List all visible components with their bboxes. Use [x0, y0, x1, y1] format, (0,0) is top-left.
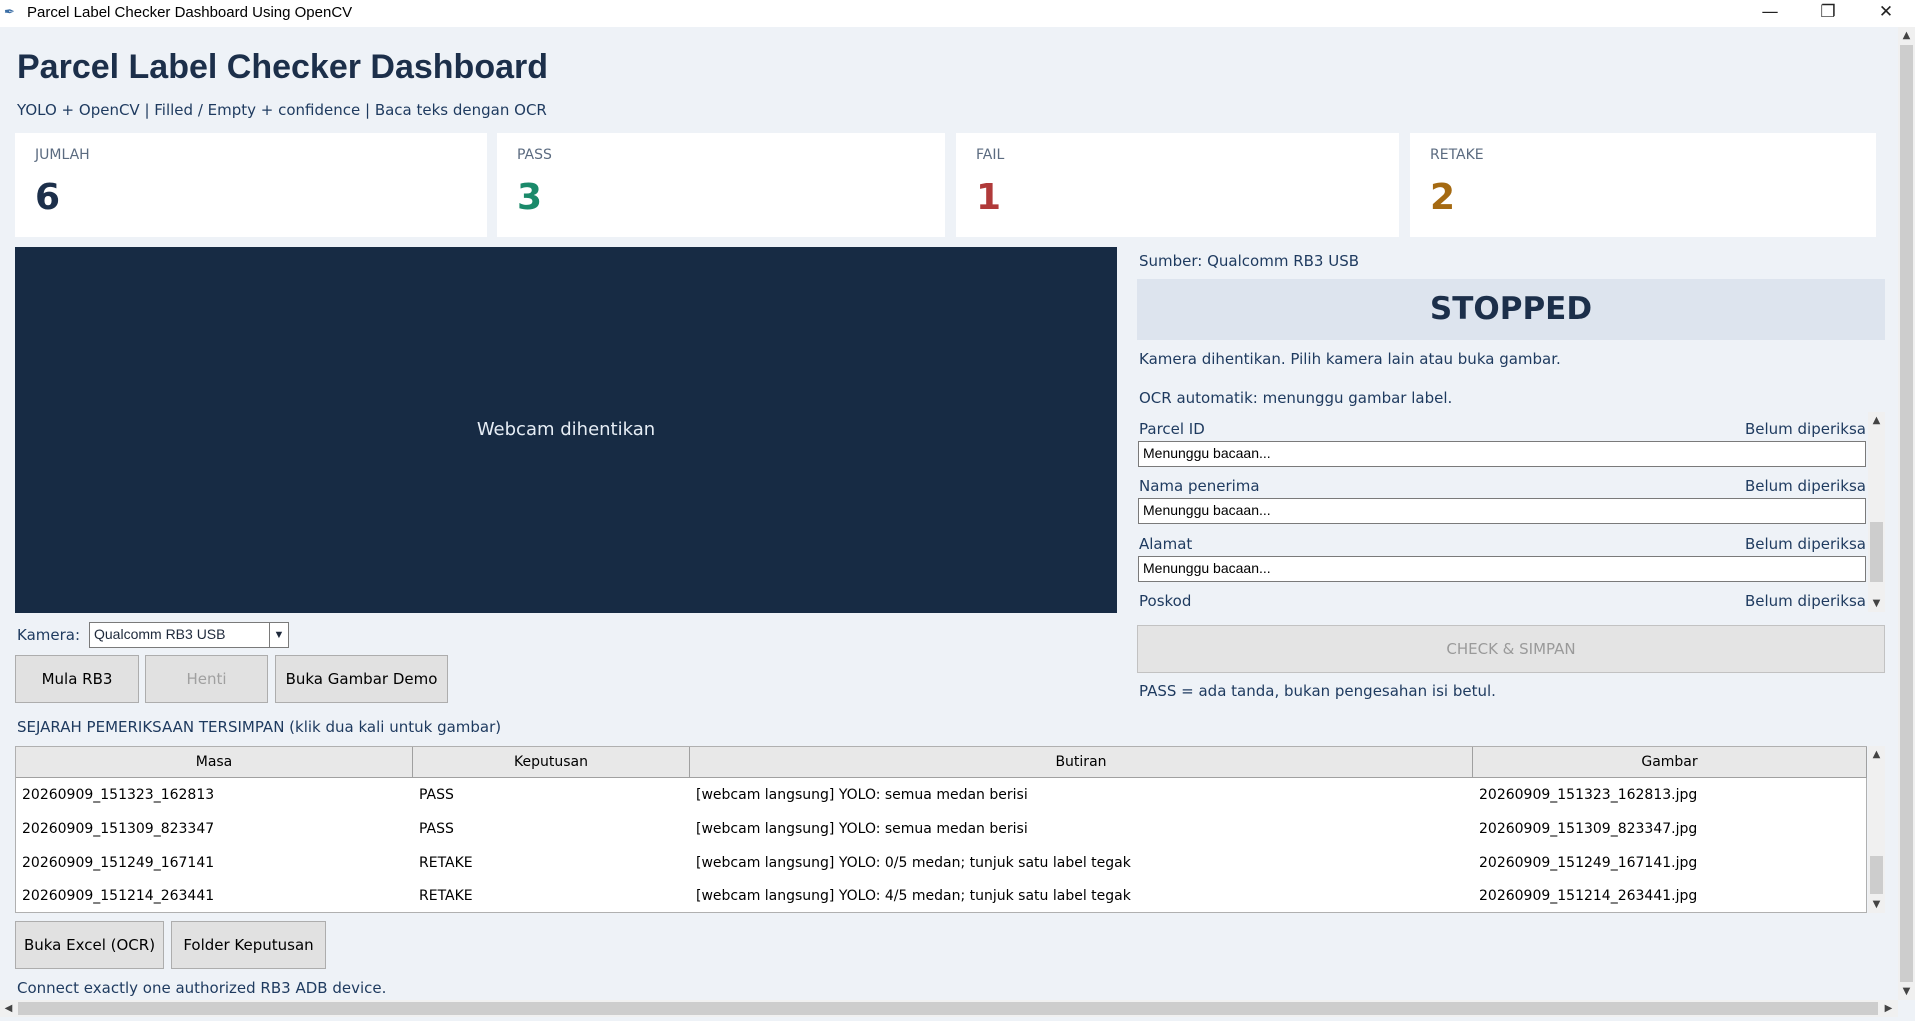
- feather-icon: ✒: [4, 5, 15, 20]
- field-status-nama-penerima: Belum diperiksa: [1744, 477, 1866, 495]
- cell-gambar: 20260909_151323_162813.jpg: [1479, 787, 1698, 803]
- column-header-masa[interactable]: Masa: [16, 747, 413, 778]
- window-titlebar: ✒ Parcel Label Checker Dashboard Using O…: [0, 0, 1915, 27]
- scroll-thumb[interactable]: [1870, 856, 1883, 894]
- field-status-poskod: Belum diperiksa: [1744, 592, 1866, 610]
- camera-select[interactable]: Qualcomm RB3 USB ▼: [89, 622, 289, 648]
- cell-gambar: 20260909_151249_167141.jpg: [1479, 855, 1698, 871]
- field-label-parcel-id: Parcel ID: [1139, 420, 1205, 438]
- field-label-poskod: Poskod: [1139, 592, 1192, 610]
- page-title: Parcel Label Checker Dashboard: [17, 48, 549, 86]
- cell-keputusan: PASS: [419, 787, 454, 803]
- table-row[interactable]: 20260909_151214_263441 RETAKE [webcam la…: [16, 879, 1866, 913]
- scroll-thumb[interactable]: [18, 1002, 1878, 1015]
- scroll-up-icon[interactable]: ▲: [1898, 27, 1915, 44]
- scroll-thumb[interactable]: [1870, 522, 1883, 582]
- cell-masa: 20260909_151249_167141: [22, 855, 215, 871]
- close-button[interactable]: ✕: [1857, 0, 1915, 27]
- restore-button[interactable]: ❐: [1799, 0, 1857, 27]
- cell-butiran: [webcam langsung] YOLO: semua medan beri…: [696, 821, 1028, 837]
- scroll-up-icon[interactable]: ▲: [1868, 746, 1885, 763]
- cell-butiran: [webcam langsung] YOLO: 0/5 medan; tunju…: [696, 855, 1131, 871]
- stat-label: RETAKE: [1430, 147, 1484, 163]
- scroll-right-icon[interactable]: ▶: [1880, 1000, 1897, 1017]
- fields-scrollbar[interactable]: ▲ ▼: [1868, 412, 1885, 612]
- results-folder-button[interactable]: Folder Keputusan: [171, 921, 326, 969]
- column-header-keputusan[interactable]: Keputusan: [413, 747, 690, 778]
- stat-label: FAIL: [976, 147, 1005, 163]
- cell-butiran: [webcam langsung] YOLO: semua medan beri…: [696, 787, 1028, 803]
- stat-card-pass: PASS 3: [497, 133, 945, 237]
- history-table: Masa Keputusan Butiran Gambar 20260909_1…: [15, 746, 1867, 913]
- table-row[interactable]: 20260909_151323_162813 PASS [webcam lang…: [16, 778, 1866, 812]
- ocr-status-text: OCR automatik: menunggu gambar label.: [1139, 389, 1453, 407]
- table-row[interactable]: 20260909_151249_167141 RETAKE [webcam la…: [16, 846, 1866, 880]
- cell-gambar: 20260909_151309_823347.jpg: [1479, 821, 1698, 837]
- field-label-nama-penerima: Nama penerima: [1139, 477, 1260, 495]
- start-rb3-button[interactable]: Mula RB3: [15, 655, 139, 703]
- stat-value: 2: [1430, 177, 1456, 218]
- scroll-left-icon[interactable]: ◀: [0, 1000, 17, 1017]
- scroll-down-icon[interactable]: ▼: [1868, 595, 1885, 612]
- cell-keputusan: RETAKE: [419, 888, 473, 904]
- open-demo-image-button[interactable]: Buka Gambar Demo: [275, 655, 448, 703]
- camera-info-text: Kamera dihentikan. Pilih kamera lain ata…: [1139, 350, 1561, 368]
- alamat-input[interactable]: Menunggu bacaan...: [1138, 556, 1866, 582]
- scroll-up-icon[interactable]: ▲: [1868, 412, 1885, 429]
- check-save-button[interactable]: CHECK & SIMPAN: [1137, 625, 1885, 673]
- stat-card-retake: RETAKE 2: [1410, 133, 1876, 237]
- stat-value: 1: [976, 177, 1002, 218]
- minimize-button[interactable]: —: [1741, 0, 1799, 27]
- scroll-down-icon[interactable]: ▼: [1868, 896, 1885, 913]
- chevron-down-icon[interactable]: ▼: [269, 623, 288, 647]
- field-status-alamat: Belum diperiksa: [1744, 535, 1866, 553]
- status-banner: STOPPED: [1137, 279, 1885, 340]
- stat-card-fail: FAIL 1: [956, 133, 1399, 237]
- cell-butiran: [webcam langsung] YOLO: 4/5 medan; tunju…: [696, 888, 1131, 904]
- cell-keputusan: PASS: [419, 821, 454, 837]
- history-title: SEJARAH PEMERIKSAAN TERSIMPAN (klik dua …: [17, 718, 502, 736]
- table-row[interactable]: 20260909_151309_823347 PASS [webcam lang…: [16, 812, 1866, 846]
- scroll-down-icon[interactable]: ▼: [1898, 983, 1915, 1000]
- page-subtitle: YOLO + OpenCV | Filled / Empty + confide…: [17, 101, 547, 119]
- camera-label: Kamera:: [17, 626, 81, 644]
- camera-select-value: Qualcomm RB3 USB: [94, 626, 226, 642]
- cell-masa: 20260909_151323_162813: [22, 787, 215, 803]
- window-vscrollbar[interactable]: ▲ ▼: [1898, 27, 1915, 1000]
- cell-gambar: 20260909_151214_263441.jpg: [1479, 888, 1698, 904]
- stat-value: 3: [517, 177, 543, 218]
- window-title: Parcel Label Checker Dashboard Using Ope…: [27, 4, 353, 21]
- stat-label: JUMLAH: [35, 147, 90, 163]
- open-excel-button[interactable]: Buka Excel (OCR): [15, 921, 164, 969]
- field-status-parcel-id: Belum diperiksa: [1744, 420, 1866, 438]
- pass-note: PASS = ada tanda, bukan pengesahan isi b…: [1139, 682, 1496, 700]
- window-hscrollbar[interactable]: ◀ ▶: [0, 1000, 1898, 1017]
- stat-value: 6: [35, 177, 61, 218]
- webcam-message: Webcam dihentikan: [476, 419, 656, 440]
- table-scrollbar[interactable]: ▲ ▼: [1868, 746, 1885, 913]
- stop-button[interactable]: Henti: [145, 655, 268, 703]
- parcel-id-input[interactable]: Menunggu bacaan...: [1138, 441, 1866, 467]
- nama-penerima-input[interactable]: Menunggu bacaan...: [1138, 498, 1866, 524]
- field-label-alamat: Alamat: [1139, 535, 1193, 553]
- webcam-view: Webcam dihentikan: [15, 247, 1117, 613]
- source-label: Sumber: Qualcomm RB3 USB: [1139, 252, 1360, 270]
- cell-masa: 20260909_151309_823347: [22, 821, 215, 837]
- column-header-gambar[interactable]: Gambar: [1473, 747, 1867, 778]
- stat-card-jumlah: JUMLAH 6: [15, 133, 487, 237]
- cell-keputusan: RETAKE: [419, 855, 473, 871]
- cell-masa: 20260909_151214_263441: [22, 888, 215, 904]
- stat-label: PASS: [517, 147, 552, 163]
- scroll-thumb[interactable]: [1900, 45, 1913, 982]
- footer-note: Connect exactly one authorized RB3 ADB d…: [17, 979, 387, 997]
- column-header-butiran[interactable]: Butiran: [690, 747, 1473, 778]
